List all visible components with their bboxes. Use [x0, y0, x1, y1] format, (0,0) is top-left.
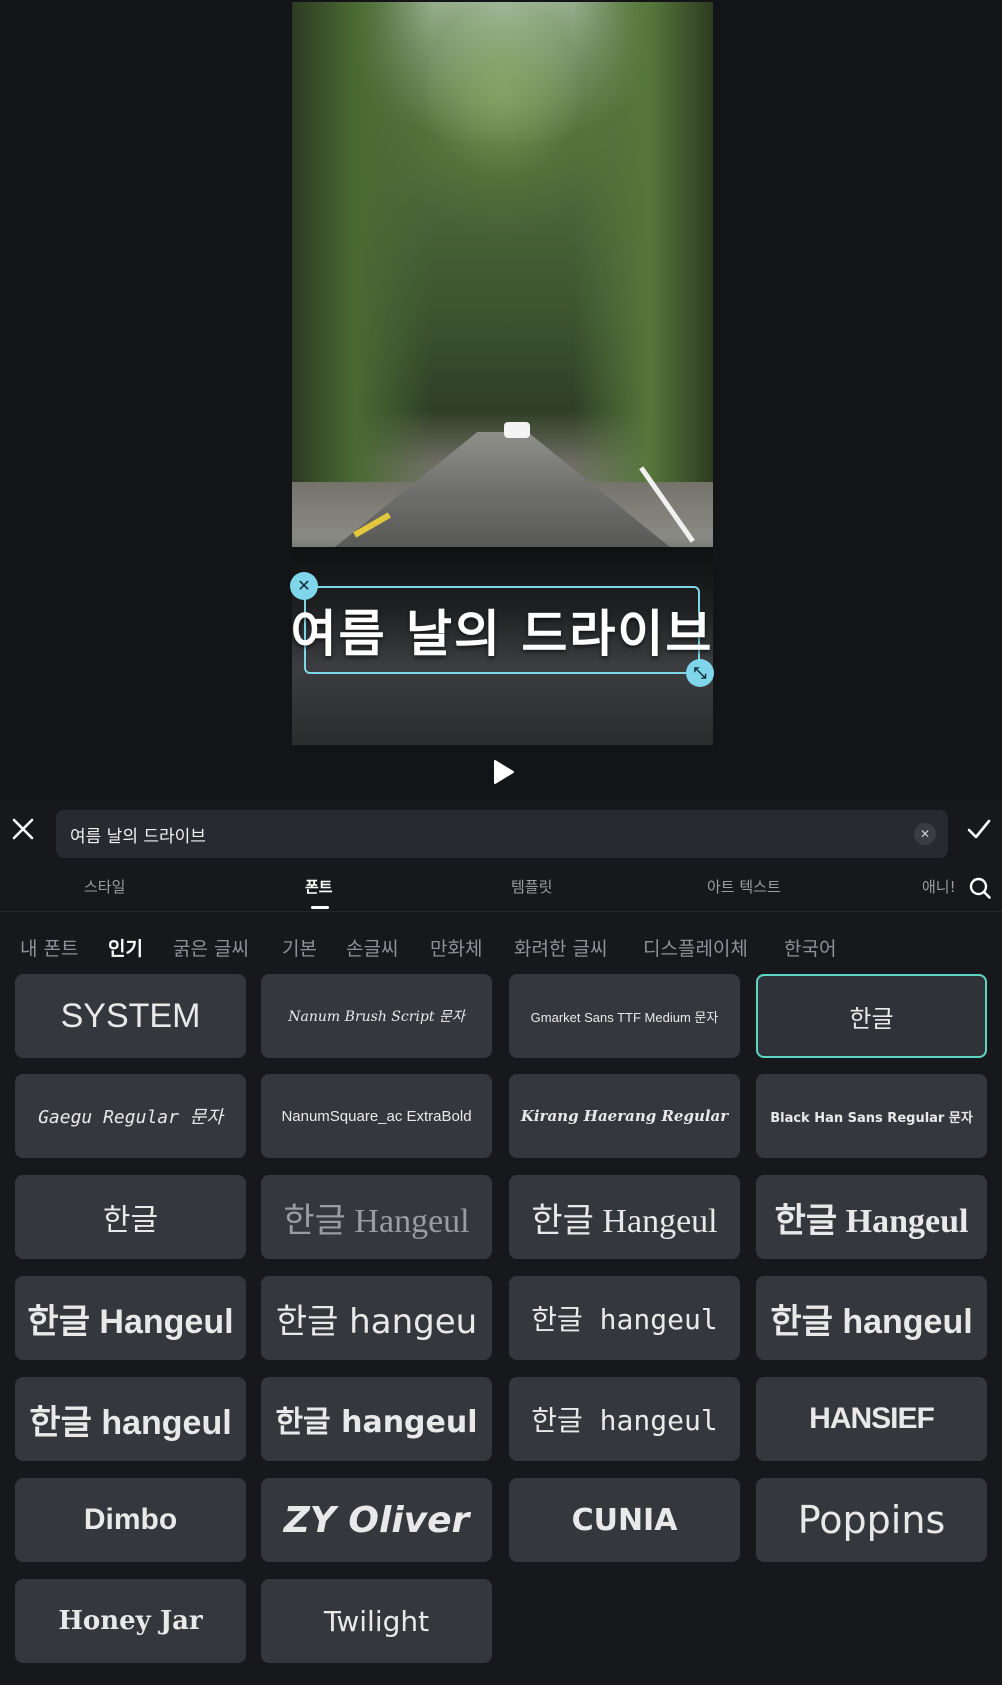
car	[504, 422, 530, 438]
font-name: 한글 Hangeul	[283, 1202, 470, 1240]
search-icon	[969, 877, 991, 899]
trees-right	[573, 2, 713, 482]
font-tile[interactable]: Dimbo	[15, 1478, 246, 1562]
text-editor-panel: ✕ 스타일 폰트 템플릿 아트 텍스트 애니! 내 폰트 인기 굵은 글씨 기본…	[0, 800, 1002, 1685]
font-tile[interactable]: 한글 hangeul	[509, 1276, 740, 1360]
font-name: Black Han Sans Regular 문자	[770, 1110, 973, 1126]
font-name: 한글 hangeul	[531, 1404, 718, 1437]
font-tile[interactable]: Nanum Brush Script 문자	[261, 974, 492, 1058]
font-name: Dimbo	[83, 1503, 178, 1536]
trees-left	[292, 2, 432, 482]
category-display[interactable]: 디스플레이체	[643, 934, 748, 961]
tab-style[interactable]: 스타일	[84, 876, 125, 897]
font-tile[interactable]: Poppins	[756, 1478, 987, 1562]
confirm-button[interactable]	[964, 814, 994, 844]
font-search-button[interactable]	[966, 874, 994, 902]
text-input-row: ✕	[0, 800, 1002, 866]
font-category-bar: 내 폰트 인기 굵은 글씨 기본 손글씨 만화체 화려한 글씨 디스플레이체 한…	[0, 912, 1002, 976]
font-tile[interactable]: Gmarket Sans TTF Medium 문자	[509, 974, 740, 1058]
font-name: HANSIEF	[809, 1402, 935, 1435]
category-basic[interactable]: 기본	[282, 934, 317, 961]
category-korean[interactable]: 한국어	[784, 934, 836, 961]
font-tile[interactable]: 한글 hangeul	[261, 1377, 492, 1461]
font-name: 한글 hangeul	[770, 1302, 973, 1341]
font-name: Poppins	[797, 1498, 946, 1542]
editor-tabs: 스타일 폰트 템플릿 아트 텍스트 애니!	[0, 866, 1002, 912]
remove-text-icon[interactable]: ✕	[290, 572, 318, 600]
preview-area: 여름 날의 드라이브 ✕ ⤡	[0, 0, 1002, 800]
font-grid: SYSTEM Nanum Brush Script 문자 Gmarket San…	[15, 974, 990, 1674]
font-name: NanumSquare_ac ExtraBold	[281, 1107, 472, 1125]
tab-animation[interactable]: 애니!	[922, 876, 956, 897]
font-tile[interactable]: 한글 hangeul	[756, 1276, 987, 1360]
font-tile[interactable]: HANSIEF	[756, 1377, 987, 1461]
tab-font[interactable]: 폰트	[305, 876, 333, 897]
category-popular[interactable]: 인기	[108, 934, 143, 961]
font-name: 한글 hangeul	[531, 1303, 718, 1336]
category-cartoon[interactable]: 만화체	[430, 934, 482, 961]
font-name: Gmarket Sans TTF Medium 문자	[530, 1009, 719, 1025]
font-name: 한글 Hangeul	[27, 1302, 234, 1341]
font-name: Kirang Haerang Regular	[520, 1107, 729, 1125]
text-overlay-box[interactable]: 여름 날의 드라이브	[291, 586, 711, 674]
font-tile[interactable]: 한글 Hangeul	[756, 1175, 987, 1259]
font-tile[interactable]: 한글	[15, 1175, 246, 1259]
font-tile[interactable]: CUNIA	[509, 1478, 740, 1562]
font-tile[interactable]: 한글 hangeul	[509, 1377, 740, 1461]
font-name: Nanum Brush Script 문자	[288, 1009, 465, 1025]
category-my-fonts[interactable]: 내 폰트	[20, 934, 78, 961]
font-tile[interactable]: SYSTEM	[15, 974, 246, 1058]
category-bold[interactable]: 굵은 글씨	[173, 934, 249, 961]
active-tab-indicator	[311, 906, 329, 909]
font-name: 한글 hangeul	[275, 1405, 478, 1440]
font-tile[interactable]: 한글 Hangeul	[261, 1175, 492, 1259]
font-name: Honey Jar	[58, 1606, 203, 1636]
font-tile-selected[interactable]: 한글	[756, 974, 987, 1058]
font-tile[interactable]: NanumSquare_ac ExtraBold	[261, 1074, 492, 1158]
font-name: 한글	[102, 1203, 159, 1238]
font-tile[interactable]: Kirang Haerang Regular	[509, 1074, 740, 1158]
font-name: 한글 hangeul	[29, 1403, 232, 1442]
tab-template[interactable]: 템플릿	[511, 876, 552, 897]
font-name: 한글	[849, 1004, 894, 1033]
font-tile[interactable]: Twilight	[261, 1579, 492, 1663]
font-name: 한글 hangeu	[275, 1301, 478, 1342]
font-name: Gaegu Regular 문자	[38, 1107, 223, 1128]
font-name: SYSTEM	[60, 996, 201, 1035]
close-icon	[12, 818, 34, 840]
play-icon	[494, 760, 514, 784]
font-name: Twilight	[323, 1604, 430, 1638]
font-name: 한글 Hangeul	[531, 1202, 718, 1240]
font-tile[interactable]: Gaegu Regular 문자	[15, 1074, 246, 1158]
text-content-input[interactable]	[56, 810, 948, 858]
font-tile[interactable]: 한글 Hangeul	[509, 1175, 740, 1259]
font-tile[interactable]: 한글 hangeu	[261, 1276, 492, 1360]
font-name: 한글 Hangeul	[774, 1202, 969, 1240]
font-tile[interactable]: ZY Oliver	[261, 1478, 492, 1562]
font-name: ZY Oliver	[283, 1499, 470, 1541]
clear-text-button[interactable]: ✕	[914, 823, 936, 845]
font-tile[interactable]: 한글 Hangeul	[15, 1276, 246, 1360]
play-button[interactable]	[489, 757, 517, 787]
checkmark-icon	[967, 819, 991, 839]
font-name: CUNIA	[571, 1502, 678, 1538]
text-overlay: 여름 날의 드라이브	[290, 604, 714, 663]
resize-handle-icon[interactable]: ⤡	[686, 659, 714, 687]
category-fancy[interactable]: 화려한 글씨	[514, 934, 607, 961]
category-handwriting[interactable]: 손글씨	[346, 934, 398, 961]
font-tile[interactable]: Black Han Sans Regular 문자	[756, 1074, 987, 1158]
font-tile[interactable]: 한글 hangeul	[15, 1377, 246, 1461]
font-tile[interactable]: Honey Jar	[15, 1579, 246, 1663]
tab-art-text[interactable]: 아트 텍스트	[707, 876, 781, 897]
close-button[interactable]	[8, 814, 38, 844]
